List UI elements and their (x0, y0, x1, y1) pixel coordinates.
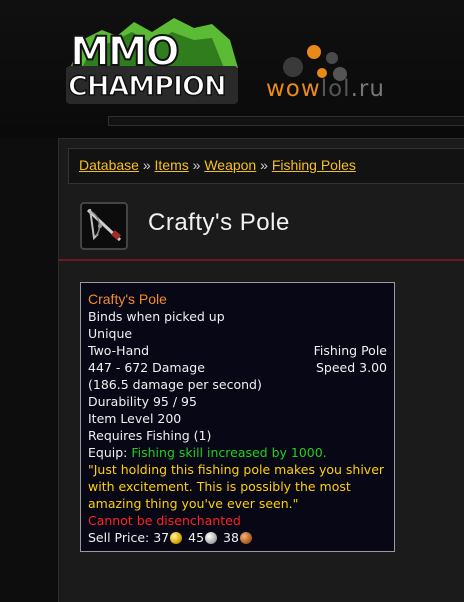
header-navigation-bar (108, 116, 464, 126)
sell-price-label: Sell Price: (88, 530, 150, 545)
tooltip-item-name: Crafty's Pole (88, 291, 167, 307)
copper-amount: 38 (223, 530, 239, 545)
wowlol-logo-part2: lol (320, 76, 351, 102)
tooltip-disenchant: Cannot be disenchanted (88, 513, 241, 528)
tooltip-equip-label: Equip: (88, 445, 128, 460)
wowlol-logo-part3: .ru (350, 76, 385, 102)
tooltip-flavor-text: "Just holding this fishing pole makes yo… (88, 462, 385, 511)
wowlol-logo-part1: wow (266, 76, 321, 102)
tooltip-requires: Requires Fishing (1) (88, 428, 212, 443)
title-divider (58, 259, 464, 261)
mmo-logo-text: MMO (69, 29, 181, 75)
silver-coin-icon (205, 532, 218, 544)
tooltip-speed: Speed 3.00 (316, 360, 387, 375)
wowlol-logo[interactable]: wowlol.ru (266, 76, 385, 102)
fishing-pole-icon (80, 202, 128, 250)
silver-amount: 45 (188, 530, 205, 545)
tooltip-damage-row: 447 - 672 Damage Speed 3.00 (88, 359, 387, 376)
breadcrumb-database-link[interactable]: Database (79, 157, 139, 173)
tooltip-equip-text: Fishing skill increased by 1000. (131, 445, 327, 460)
tooltip-slot-row: Two-Hand Fishing Pole (88, 342, 387, 359)
tooltip-binds: Binds when picked up (88, 309, 225, 324)
page-title: Crafty's Pole (148, 209, 290, 236)
tooltip-slot: Two-Hand (88, 343, 150, 358)
tooltip-dps: (186.5 damage per second) (88, 377, 262, 392)
breadcrumb-fishing-poles-link[interactable]: Fishing Poles (272, 157, 356, 173)
tooltip-unique: Unique (88, 326, 133, 341)
breadcrumb-weapon-link[interactable]: Weapon (204, 157, 256, 173)
copper-coin-icon (239, 532, 252, 544)
champion-logo-text: CHAMPION (67, 71, 227, 103)
tooltip-item-level: Item Level 200 (88, 411, 182, 426)
gold-amount: 37 (153, 530, 170, 545)
tooltip-damage: 447 - 672 Damage (88, 360, 205, 375)
gold-coin-icon (170, 532, 183, 544)
item-tooltip: Crafty's Pole Binds when picked up Uniqu… (80, 282, 395, 552)
site-header: MMO CHAMPION wowlol.ru (0, 0, 464, 138)
tooltip-equip: Equip: Fishing skill increased by 1000. (88, 444, 387, 461)
breadcrumb-separator: » (260, 157, 268, 173)
breadcrumb-separator: » (192, 157, 201, 173)
breadcrumb-items-link[interactable]: Items (155, 157, 189, 173)
tooltip-type: Fishing Pole (313, 343, 387, 358)
breadcrumb-separator: » (142, 157, 151, 173)
tooltip-durability: Durability 95 / 95 (88, 394, 197, 409)
breadcrumb: Database » Items » Weapon » Fishing Pole… (68, 148, 464, 184)
tooltip-sell-price: Sell Price: 37 45 38 (88, 529, 387, 546)
